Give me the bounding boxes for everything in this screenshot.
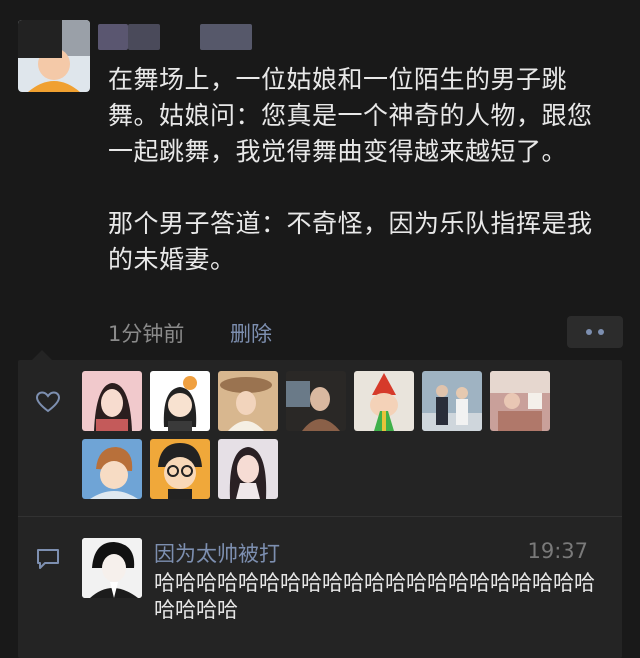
comment-timestamp: 19:37 [527, 539, 588, 563]
author-name-blurred [98, 24, 128, 50]
liker-avatar[interactable] [286, 371, 346, 431]
commenter-avatar[interactable] [82, 538, 142, 598]
comment-text: 哈哈哈哈哈哈哈哈哈哈哈哈哈哈哈哈哈哈哈哈哈哈哈哈哈 [154, 571, 595, 622]
liker-avatar[interactable] [490, 371, 550, 431]
panel-pointer [32, 350, 52, 360]
divider [18, 516, 622, 517]
more-dots-icon [598, 329, 604, 335]
liker-avatar[interactable] [150, 371, 210, 431]
author-name-blurred [128, 24, 160, 50]
heart-icon [36, 391, 60, 413]
liker-avatar[interactable] [150, 439, 210, 499]
liker-avatar[interactable] [218, 439, 278, 499]
author-name-blurred [200, 24, 252, 50]
more-dots-icon [586, 329, 592, 335]
more-actions-button[interactable] [567, 316, 623, 348]
poster-avatar[interactable] [18, 20, 90, 92]
comment-icon [37, 549, 59, 569]
post-text: 在舞场上，一位姑娘和一位陌生的男子跳舞。姑娘问：您真是一个神奇的人物，跟您一起跳… [108, 65, 593, 274]
liker-avatar[interactable] [422, 371, 482, 431]
liker-avatar[interactable] [82, 371, 142, 431]
post-timestamp: 1分钟前 [108, 322, 185, 346]
delete-button[interactable]: 删除 [230, 318, 272, 348]
liker-avatar[interactable] [82, 439, 142, 499]
liker-avatar[interactable] [218, 371, 278, 431]
liker-avatar[interactable] [354, 371, 414, 431]
comment-author[interactable]: 因为太帅被打 [154, 538, 280, 568]
